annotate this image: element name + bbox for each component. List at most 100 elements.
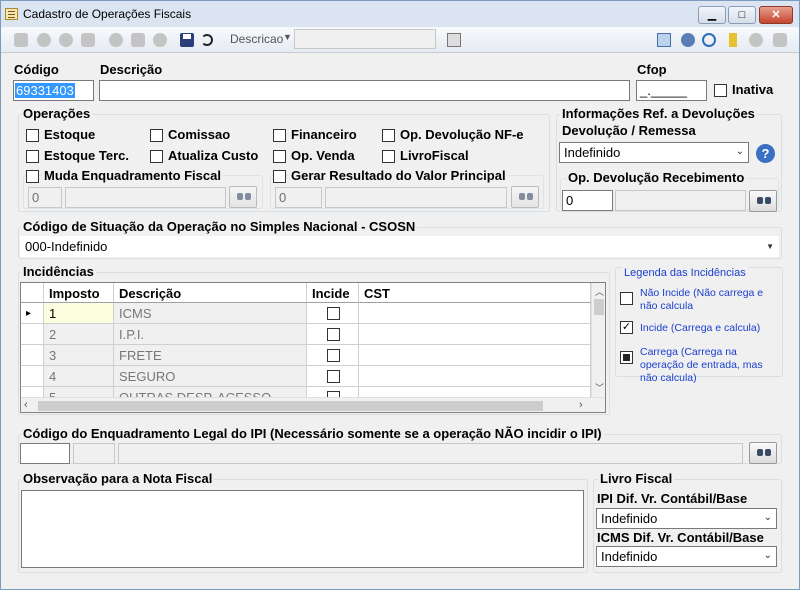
chevron-down-icon[interactable]: ▼ <box>283 32 292 42</box>
chevron-down-icon: ⌄ <box>763 512 772 523</box>
incide-checkbox[interactable] <box>327 349 340 362</box>
delete-icon[interactable] <box>153 33 167 47</box>
binoculars-icon <box>757 196 771 206</box>
previous-record-icon[interactable] <box>59 33 73 47</box>
scrollbar-thumb[interactable] <box>594 299 604 315</box>
table-row-imposto[interactable]: 1 <box>44 303 114 324</box>
op-venda-label: Op. Venda <box>291 148 355 163</box>
codigo-input[interactable]: 69331403 <box>13 80 94 101</box>
inativa-checkbox[interactable] <box>714 84 727 97</box>
comissao-checkbox[interactable] <box>150 129 163 142</box>
table-row-incide[interactable] <box>307 324 359 345</box>
chevron-right-icon[interactable]: › <box>579 399 583 411</box>
binoculars-icon <box>757 448 771 458</box>
gerar-resultado-desc[interactable] <box>325 187 507 208</box>
codigo-value: 69331403 <box>15 83 75 98</box>
scrollbar-thumb[interactable] <box>38 401 543 411</box>
muda-search-button[interactable] <box>229 186 257 208</box>
add-icon[interactable] <box>109 33 123 47</box>
muda-enquadramento-code[interactable]: 0 <box>28 187 62 208</box>
ipi-dif-select[interactable]: Indefinido ⌄ <box>596 508 777 529</box>
estoque-label: Estoque <box>44 127 96 142</box>
main-window: Cadastro de Operações Fiscais ▁ □ ✕ Desc… <box>0 0 800 590</box>
financeiro-checkbox[interactable] <box>273 129 286 142</box>
note-icon[interactable] <box>729 33 737 47</box>
op-dev-receb-desc[interactable] <box>615 190 746 211</box>
save-icon[interactable] <box>180 33 194 47</box>
col-descricao[interactable]: Descrição <box>114 283 307 303</box>
grid-icon[interactable] <box>14 33 28 47</box>
chevron-up-icon[interactable]: ︿ <box>595 285 604 298</box>
maximize-button[interactable]: □ <box>728 6 756 24</box>
legenda-title: Legenda das Incidências <box>622 267 748 279</box>
legend-carrega-text: Carrega (Carrega na operação de entrada,… <box>640 346 763 384</box>
incide-checkbox[interactable] <box>327 370 340 383</box>
undo-icon[interactable] <box>200 33 214 47</box>
first-record-icon[interactable] <box>37 33 51 47</box>
ipi-desc-input[interactable] <box>118 443 743 464</box>
devolucao-remessa-value: Indefinido <box>564 145 621 160</box>
chevron-down-icon: ⌄ <box>763 550 772 561</box>
user-icon[interactable] <box>749 33 763 47</box>
op-dev-receb-search-button[interactable] <box>749 190 777 212</box>
search-input[interactable] <box>294 29 436 49</box>
windows-icon[interactable] <box>657 33 671 47</box>
window-title: Cadastro de Operações Fiscais <box>23 7 192 21</box>
col-cst[interactable]: CST <box>359 283 591 303</box>
legend-nao-incide-text: Não Incide (Não carrega e não calcula <box>640 287 764 312</box>
gerar-resultado-code[interactable]: 0 <box>275 187 322 208</box>
incide-checkbox[interactable] <box>327 307 340 320</box>
refresh-icon[interactable] <box>702 33 716 47</box>
muda-enquadramento-checkbox[interactable] <box>26 170 39 183</box>
col-incide[interactable]: Incide <box>307 283 359 303</box>
estoque-checkbox[interactable] <box>26 129 39 142</box>
calculator-icon[interactable] <box>447 33 461 47</box>
livro-fiscal-checkbox[interactable] <box>382 150 395 163</box>
op-dev-receb-code[interactable]: 0 <box>562 190 613 211</box>
atualiza-custo-checkbox[interactable] <box>150 150 163 163</box>
csosn-select[interactable]: 000-Indefinido ▼ <box>20 236 779 257</box>
chevron-left-icon[interactable]: ‹ <box>24 399 28 411</box>
cfop-input[interactable]: _._____ <box>636 80 707 101</box>
ipi-code-input[interactable] <box>20 443 70 464</box>
op-devolucao-nfe-label: Op. Devolução NF-e <box>400 127 524 142</box>
gerar-search-button[interactable] <box>511 186 539 208</box>
help-icon[interactable] <box>773 33 787 47</box>
icms-dif-label: ICMS Dif. Vr. Contábil/Base <box>597 530 764 545</box>
table-row-imposto[interactable]: 2 <box>44 324 114 345</box>
horizontal-scrollbar[interactable]: ‹ › <box>21 397 605 412</box>
table-row-incide[interactable] <box>307 345 359 366</box>
table-row-cst[interactable] <box>359 303 591 324</box>
tools-icon[interactable] <box>681 33 695 47</box>
vertical-scrollbar[interactable]: ︿ ﹀ <box>591 283 605 397</box>
table-row-cst[interactable] <box>359 345 591 366</box>
chevron-down-icon[interactable]: ﹀ <box>595 381 604 394</box>
ipi-sub-input[interactable] <box>73 443 115 464</box>
next-record-icon[interactable] <box>81 33 95 47</box>
minimize-button[interactable]: ▁ <box>698 6 726 24</box>
gerar-resultado-checkbox[interactable] <box>273 170 286 183</box>
table-row-descricao: I.P.I. <box>114 324 307 345</box>
estoque-terc-checkbox[interactable] <box>26 150 39 163</box>
table-row-incide[interactable] <box>307 366 359 387</box>
op-devolucao-nfe-checkbox[interactable] <box>382 129 395 142</box>
ipi-label: Código do Enquadramento Legal do IPI (Ne… <box>21 426 604 441</box>
table-row-cst[interactable] <box>359 324 591 345</box>
binoculars-icon <box>237 192 251 202</box>
edit-icon[interactable] <box>131 33 145 47</box>
ipi-search-button[interactable] <box>749 442 777 464</box>
devolucao-remessa-select[interactable]: Indefinido ⌄ <box>559 142 749 163</box>
table-row-cst[interactable] <box>359 366 591 387</box>
table-row-imposto[interactable]: 3 <box>44 345 114 366</box>
op-venda-checkbox[interactable] <box>273 150 286 163</box>
table-row-incide[interactable] <box>307 303 359 324</box>
close-button[interactable]: ✕ <box>759 6 793 24</box>
observacao-textarea[interactable] <box>21 490 584 568</box>
table-row-imposto[interactable]: 4 <box>44 366 114 387</box>
icms-dif-select[interactable]: Indefinido ⌄ <box>596 546 777 567</box>
descricao-input[interactable] <box>99 80 630 101</box>
incide-checkbox[interactable] <box>327 328 340 341</box>
muda-enquadramento-desc[interactable] <box>65 187 226 208</box>
col-imposto[interactable]: Imposto <box>44 283 114 303</box>
help-icon[interactable]: ? <box>756 144 775 163</box>
